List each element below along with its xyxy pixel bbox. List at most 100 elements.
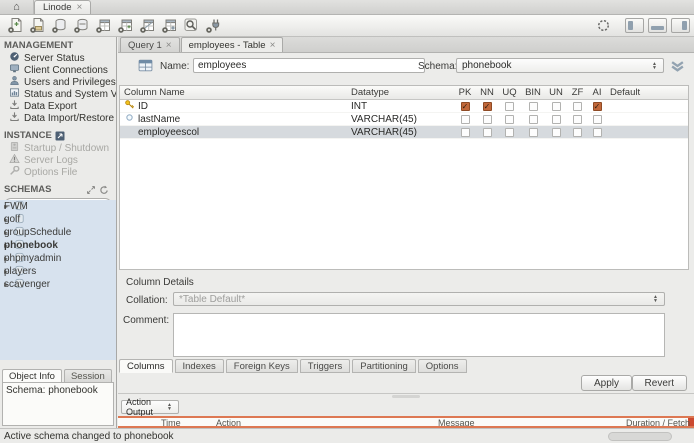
tab-partitioning[interactable]: Partitioning [352, 359, 416, 373]
checkbox-pk[interactable]: ✓ [460, 101, 470, 111]
checkbox-zf[interactable] [573, 127, 582, 137]
checkbox-uq[interactable] [505, 127, 514, 137]
schema-select[interactable]: phonebook ▲ ▼ [456, 58, 664, 73]
close-icon[interactable]: × [270, 40, 276, 51]
output-selector[interactable]: Action Output ▲ ▼ [121, 397, 179, 417]
new-view-icon[interactable] [136, 16, 158, 36]
sidebar-item-label: Client Connections [24, 64, 108, 76]
sidebar-item-data-import-restore[interactable]: Data Import/Restore [0, 112, 116, 124]
collation-select[interactable]: *Table Default* ▲ ▼ [173, 292, 665, 306]
new-sql-tab-icon[interactable] [4, 16, 26, 36]
checkbox-bin[interactable] [528, 114, 538, 124]
tab-options[interactable]: Options [417, 359, 467, 373]
splitter-grip[interactable] [392, 395, 420, 398]
gauge-icon [9, 52, 20, 64]
checkbox-pk[interactable] [460, 114, 470, 124]
schema-item-golf[interactable]: ▸ golf [0, 213, 116, 226]
grid-header-nn: NN [476, 87, 498, 98]
connection-tab-label: Linode [43, 2, 72, 13]
checkbox-bin[interactable] [528, 127, 538, 137]
checkbox-un[interactable] [551, 101, 561, 111]
toggle-bottom-panel-button[interactable] [648, 18, 667, 33]
checkbox-zf[interactable] [573, 114, 582, 124]
schema-item-label: golf [4, 214, 21, 225]
editor-area: Query 1 × employees - Table × Name: Schema:… [118, 37, 694, 428]
tab-label: Query 1 [128, 39, 162, 51]
sidebar-item-label: Options File [24, 166, 78, 178]
toggle-left-panel-button[interactable] [625, 18, 644, 33]
checkbox-nn[interactable] [482, 127, 492, 137]
grid-header-datatype: Datatype [347, 87, 454, 98]
table-name-input[interactable] [193, 58, 425, 73]
toggle-right-panel-button[interactable] [671, 18, 690, 33]
grid-header-label: UQ [502, 87, 517, 98]
flag-cell-nn: ✓ [476, 101, 498, 111]
checkbox-ai[interactable] [592, 114, 602, 124]
checkbox-uq[interactable] [505, 101, 514, 111]
connect-to-database-icon[interactable] [70, 16, 92, 36]
checkbox-nn[interactable] [482, 114, 492, 124]
wrench-icon [9, 166, 20, 178]
add-table-data-icon[interactable] [114, 16, 136, 36]
checkbox-bin[interactable] [528, 101, 538, 111]
tab-session[interactable]: Session [63, 369, 112, 382]
instance-title-label: INSTANCE [4, 130, 52, 141]
editor-bottom-tab-bar: Columns Indexes Foreign Keys Triggers Partit… [119, 359, 467, 373]
tab-columns[interactable]: Columns [119, 359, 173, 373]
schema-item-scavenger[interactable]: ▸ scavenger [0, 278, 116, 291]
sidebar-item-client-connections[interactable]: Client Connections [0, 64, 116, 76]
sidebar-item-data-export[interactable]: Data Export [0, 100, 116, 112]
tab-query-1[interactable]: Query 1 × [120, 37, 180, 52]
connection-tab[interactable]: Linode × [34, 0, 92, 14]
export-icon [9, 100, 20, 112]
column-name-cell: ID [120, 99, 347, 113]
comment-label: Comment: [123, 315, 170, 326]
collapse-header-icon[interactable] [670, 60, 686, 73]
sidebar-item-users-and-privileges[interactable]: Users and Privileges [0, 76, 116, 88]
refresh-icon[interactable] [99, 185, 109, 195]
checkbox-pk[interactable] [460, 127, 470, 137]
sidebar-item-startup-shutdown[interactable]: Startup / Shutdown [0, 142, 116, 154]
checkbox-ai[interactable]: ✓ [592, 101, 602, 111]
schema-item-phpmyadmin[interactable]: ▸ phpmyadmin [0, 252, 116, 265]
key-icon [124, 99, 135, 113]
checkbox-ai[interactable] [592, 127, 602, 137]
sidebar-item-server-status[interactable]: Server Status [0, 52, 116, 64]
sidebar-item-server-logs[interactable]: Server Logs [0, 154, 116, 166]
schema-item-players[interactable]: ▸ players [0, 265, 116, 278]
expand-icon[interactable] [86, 185, 96, 195]
new-schema-icon[interactable] [48, 16, 70, 36]
close-icon[interactable]: × [77, 2, 83, 13]
tab-indexes[interactable]: Indexes [174, 359, 224, 373]
home-tab[interactable]: ⌂ [0, 0, 34, 14]
apply-button[interactable]: Apply [580, 375, 632, 391]
checkbox-uq[interactable] [505, 114, 514, 124]
tab-foreign-keys[interactable]: Foreign Keys [225, 359, 298, 373]
close-icon[interactable]: × [166, 40, 172, 51]
search-table-data-icon[interactable] [180, 16, 202, 36]
new-procedure-icon[interactable] [158, 16, 180, 36]
administer-server-icon[interactable] [202, 16, 224, 36]
comment-textarea[interactable] [173, 313, 665, 357]
grid-header-uq: UQ [498, 87, 521, 98]
checkbox-zf[interactable] [573, 101, 582, 111]
checkbox-un[interactable] [551, 127, 561, 137]
sidebar-item-label: Status and System Variables [24, 88, 116, 100]
revert-button[interactable]: Revert [631, 375, 687, 391]
schema-item-phonebook[interactable]: ▸ phonebook [0, 239, 116, 252]
checkbox-nn[interactable]: ✓ [482, 101, 492, 111]
panel-toggle-group [621, 18, 690, 33]
schema-item-fwm[interactable]: ▸ FWM [0, 200, 116, 213]
tab-employees-table[interactable]: employees - Table × [180, 37, 284, 52]
open-sql-script-icon[interactable] [26, 16, 48, 36]
instance-section-title: INSTANCE [0, 127, 116, 142]
new-table-icon[interactable] [92, 16, 114, 36]
tab-object-info[interactable]: Object Info [2, 369, 62, 382]
sidebar-item-options-file[interactable]: Options File [0, 166, 116, 178]
schema-item-groupschedule[interactable]: ▸ groupSchedule [0, 226, 116, 239]
output-header-time: Time [161, 418, 181, 428]
tab-triggers[interactable]: Triggers [299, 359, 351, 373]
sidebar-item-status-and-system-variables[interactable]: Status and System Variables [0, 88, 116, 100]
checkbox-un[interactable] [551, 114, 561, 124]
table-row-employeescol[interactable]: employeescol VARCHAR(45) [120, 126, 688, 139]
